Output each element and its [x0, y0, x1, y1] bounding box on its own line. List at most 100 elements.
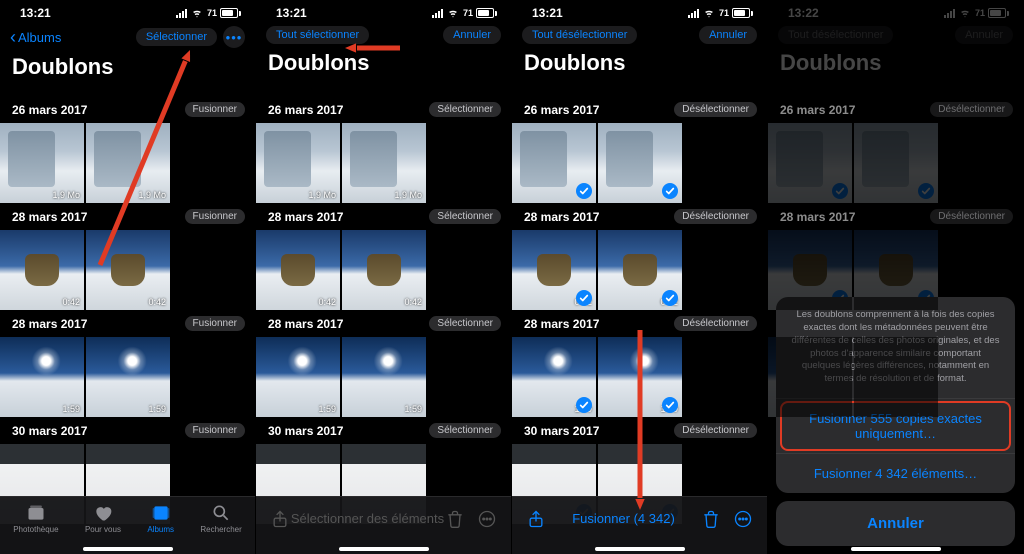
home-indicator — [595, 547, 685, 551]
group-action-pill[interactable]: Sélectionner — [429, 102, 501, 117]
photo-thumb[interactable]: 1:59 — [342, 337, 426, 417]
photo-thumb[interactable]: 0:42 — [256, 230, 340, 310]
group-action-pill[interactable]: Sélectionner — [429, 209, 501, 224]
group-action-pill[interactable]: Fusionner — [185, 423, 245, 438]
tab-albums[interactable]: Albums — [147, 503, 174, 534]
more-button[interactable]: ••• — [223, 26, 245, 48]
tab-label: Photothèque — [13, 525, 58, 534]
group-date: 30 mars 2017 — [12, 424, 87, 438]
group-date: 30 mars 2017 — [524, 424, 599, 438]
group-action-pill[interactable]: Désélectionner — [674, 316, 757, 331]
thumb-badge: 1:59 — [404, 404, 422, 414]
photo-thumb[interactable]: 0:42 — [342, 230, 426, 310]
home-indicator — [851, 547, 941, 551]
thumb-badge: 1:59 — [62, 404, 80, 414]
cancel-button[interactable]: Annuler — [443, 26, 501, 44]
select-button[interactable]: Sélectionner — [136, 28, 217, 46]
tab-label: Pour vous — [85, 525, 121, 534]
photo-thumb[interactable]: 1,9 Mo — [0, 123, 84, 203]
photo-thumb[interactable]: 0:42 — [598, 230, 682, 310]
groups-list: 26 mars 2017 Sélectionner 1,9 Mo 1,9 Mo … — [256, 96, 511, 554]
photo-thumb[interactable]: 1,9 Mo — [86, 123, 170, 203]
sheet-cancel[interactable]: Annuler — [776, 501, 1015, 546]
photo-thumb[interactable] — [854, 123, 938, 203]
group-action-pill[interactable]: Désélectionner — [674, 423, 757, 438]
photo-thumb[interactable]: 1,9 Mo — [342, 123, 426, 203]
home-indicator — [83, 547, 173, 551]
photo-thumb[interactable]: 1:59 — [768, 337, 852, 417]
selected-check-icon — [918, 290, 934, 306]
cellular-icon — [176, 9, 187, 18]
group-action-pill[interactable]: Sélectionner — [429, 423, 501, 438]
photo-thumb[interactable] — [598, 123, 682, 203]
toolbar-mid-label[interactable]: Fusionner (4 342) — [572, 511, 675, 526]
group-action-pill[interactable]: Fusionner — [185, 316, 245, 331]
selected-check-icon — [576, 397, 592, 413]
photo-thumb[interactable] — [512, 123, 596, 203]
group-header: 28 mars 2017 Désélectionner — [512, 310, 767, 337]
photo-thumb[interactable]: 0:42 — [768, 230, 852, 310]
wifi-icon — [191, 9, 203, 18]
trash-icon — [445, 509, 465, 529]
photo-thumb[interactable]: 0:42 — [0, 230, 84, 310]
thumb-row: 0:42 0:42 — [0, 230, 255, 310]
selected-check-icon — [662, 183, 678, 199]
photo-thumb[interactable]: 0:42 — [512, 230, 596, 310]
photo-thumb[interactable]: 1,9 Mo — [256, 123, 340, 203]
thumb-badge: 0:42 — [62, 297, 80, 307]
phone-screen-2: 13:21 71 Tout sélectionner Annuler Doubl… — [256, 0, 512, 554]
photo-thumb[interactable]: 1:59 — [512, 337, 596, 417]
thumb-badge: 1,9 Mo — [394, 190, 422, 200]
tab-bar: Photothèque Pour vous Albums Rechercher — [0, 496, 255, 554]
thumb-row: 1:59 1:59 — [512, 337, 767, 417]
battery-pct: 71 — [207, 8, 217, 18]
back-button[interactable]: ‹Albums — [10, 28, 61, 46]
photo-thumb[interactable]: 1:59 — [86, 337, 170, 417]
photo-thumb[interactable] — [768, 123, 852, 203]
sheet-merge-all[interactable]: Fusionner 4 342 éléments… — [776, 453, 1015, 493]
selection-toolbar: Sélectionner des éléments — [256, 496, 511, 554]
groups-list: 26 mars 2017 Fusionner 1,9 Mo 1,9 Mo 28 … — [0, 96, 255, 554]
select-all-button[interactable]: Tout sélectionner — [266, 26, 369, 44]
group-header: 26 mars 2017 Désélectionner — [512, 96, 767, 123]
thumb-badge: 1:59 — [830, 404, 848, 414]
photo-thumb[interactable]: 1:59 — [256, 337, 340, 417]
group-action-pill[interactable]: Sélectionner — [429, 316, 501, 331]
group-action-pill[interactable]: Fusionner — [185, 102, 245, 117]
phone-screen-4: 13:22 71 Tout désélectionner Annuler Dou… — [768, 0, 1024, 554]
status-bar: 13:21 71 — [0, 0, 255, 22]
tab-pour vous[interactable]: Pour vous — [85, 503, 121, 534]
battery-pct: 71 — [719, 8, 729, 18]
tab-photothèque[interactable]: Photothèque — [13, 503, 58, 534]
selected-check-icon — [662, 290, 678, 306]
photo-thumb[interactable]: 1:59 — [0, 337, 84, 417]
thumb-badge: 1:59 — [148, 404, 166, 414]
group-action-pill[interactable]: Désélectionner — [674, 102, 757, 117]
trash-icon[interactable] — [701, 509, 721, 529]
tab-label: Albums — [147, 525, 174, 534]
photo-thumb[interactable]: 1:59 — [854, 337, 938, 417]
selected-check-icon — [576, 290, 592, 306]
thumb-row: 1,9 Mo 1,9 Mo — [256, 123, 511, 203]
selected-check-icon — [832, 397, 848, 413]
home-indicator — [339, 547, 429, 551]
more-icon[interactable] — [733, 509, 753, 529]
thumb-badge: 0:42 — [404, 297, 422, 307]
photo-thumb[interactable]: 1:59 — [598, 337, 682, 417]
battery-pct: 71 — [463, 8, 473, 18]
wifi-icon — [703, 9, 715, 18]
group-action-pill[interactable]: Désélectionner — [674, 209, 757, 224]
select-all-button[interactable]: Tout désélectionner — [522, 26, 637, 44]
photo-thumb[interactable]: 0:42 — [86, 230, 170, 310]
battery-icon: 71 — [463, 8, 497, 18]
tab-rechercher[interactable]: Rechercher — [200, 503, 241, 534]
group-date: 30 mars 2017 — [268, 424, 343, 438]
group-header: 30 mars 2017 Fusionner — [0, 417, 255, 444]
group-action-pill[interactable]: Fusionner — [185, 209, 245, 224]
nav-bar: ‹Albums Sélectionner ••• — [0, 22, 255, 54]
thumb-badge: 0:42 — [916, 297, 934, 307]
cancel-button[interactable]: Annuler — [699, 26, 757, 44]
more-icon — [477, 509, 497, 529]
share-icon[interactable] — [526, 509, 546, 529]
photo-thumb[interactable]: 0:42 — [854, 230, 938, 310]
